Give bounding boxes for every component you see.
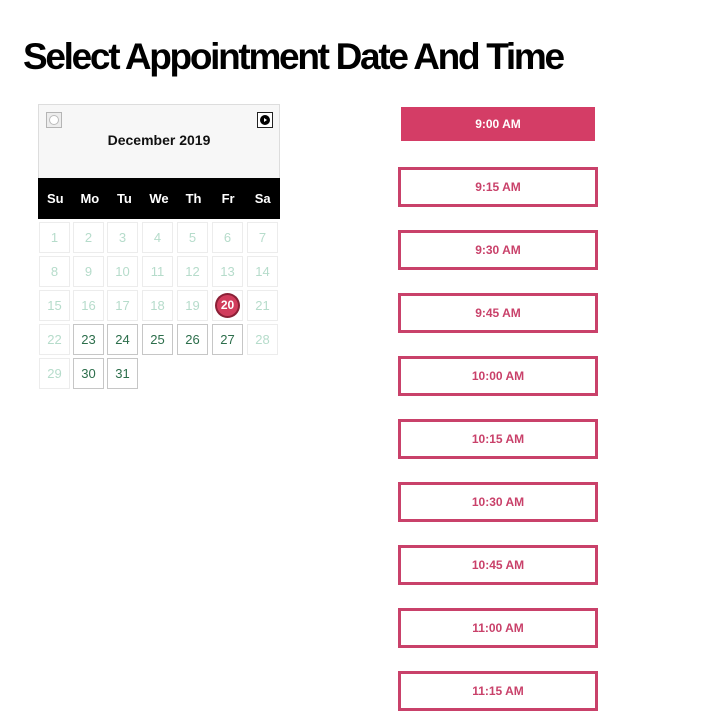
- time-slot-button-selected[interactable]: 9:00 AM: [401, 107, 595, 141]
- calendar-day: 4: [142, 222, 173, 253]
- weekday-sunday: Su: [46, 191, 64, 206]
- time-slot-button[interactable]: 10:00 AM: [398, 356, 598, 396]
- today-day-label: 20: [217, 295, 238, 316]
- calendar-day: 21: [247, 290, 278, 321]
- calendar-day: 19: [177, 290, 208, 321]
- weekday-tuesday: Tu: [116, 191, 132, 206]
- time-slot-button[interactable]: 10:45 AM: [398, 545, 598, 585]
- weekday-saturday: Sa: [254, 191, 271, 206]
- calendar-day: 18: [142, 290, 173, 321]
- calendar-day: 7: [247, 222, 278, 253]
- calendar-day: 17: [107, 290, 138, 321]
- weekday-monday: Mo: [80, 191, 100, 206]
- calendar-day: 9: [73, 256, 104, 287]
- calendar-day: 12: [177, 256, 208, 287]
- appointment-calendar: December 2019 Su Mo Tu We Th Fr Sa 12345…: [38, 104, 280, 391]
- weekday-header-row: Su Mo Tu We Th Fr Sa: [38, 178, 280, 219]
- page-title: Select Appointment Date And Time: [23, 36, 565, 77]
- time-slot-button[interactable]: 9:30 AM: [398, 230, 598, 270]
- calendar-day: 2: [73, 222, 104, 253]
- weekday-friday: Fr: [221, 191, 235, 206]
- calendar-day: 5: [177, 222, 208, 253]
- calendar-day: 28: [247, 324, 278, 355]
- calendar-day[interactable]: 25: [142, 324, 173, 355]
- next-month-arrow-icon[interactable]: [257, 112, 273, 128]
- calendar-day: 13: [212, 256, 243, 287]
- weekday-thursday: Th: [185, 191, 202, 206]
- calendar-day: 1: [39, 222, 70, 253]
- calendar-day[interactable]: 30: [73, 358, 104, 389]
- calendar-day: 3: [107, 222, 138, 253]
- calendar-day: 8: [39, 256, 70, 287]
- calendar-header: December 2019: [38, 104, 280, 178]
- calendar-day: 10: [107, 256, 138, 287]
- time-slot-button[interactable]: 9:45 AM: [398, 293, 598, 333]
- calendar-day[interactable]: 26: [177, 324, 208, 355]
- calendar-day-grid: 1 2 3 4 5 6 7 8 9 10 11 12 13 14 15 16 17 18 19 20 21 22 23 24 2…: [38, 219, 280, 391]
- calendar-day: 15: [39, 290, 70, 321]
- calendar-day: 14: [247, 256, 278, 287]
- time-slot-button[interactable]: 10:30 AM: [398, 482, 598, 522]
- calendar-day[interactable]: 23: [73, 324, 104, 355]
- weekday-wednesday: We: [149, 191, 169, 206]
- time-slot-button[interactable]: 10:15 AM: [398, 419, 598, 459]
- time-slot-button[interactable]: 11:15 AM: [398, 671, 598, 711]
- calendar-day: 22: [39, 324, 70, 355]
- calendar-day[interactable]: 31: [107, 358, 138, 389]
- time-slot-button[interactable]: 9:15 AM: [398, 167, 598, 207]
- time-slot-button[interactable]: 11:00 AM: [398, 608, 598, 648]
- calendar-day[interactable]: 20: [212, 290, 243, 321]
- calendar-day: 16: [73, 290, 104, 321]
- calendar-day[interactable]: 27: [212, 324, 243, 355]
- calendar-month-label: December 2019: [107, 132, 211, 148]
- calendar-day: 6: [212, 222, 243, 253]
- calendar-day: 11: [142, 256, 173, 287]
- prev-month-arrow-icon[interactable]: [46, 112, 62, 128]
- calendar-day[interactable]: 24: [107, 324, 138, 355]
- calendar-day: 29: [39, 358, 70, 389]
